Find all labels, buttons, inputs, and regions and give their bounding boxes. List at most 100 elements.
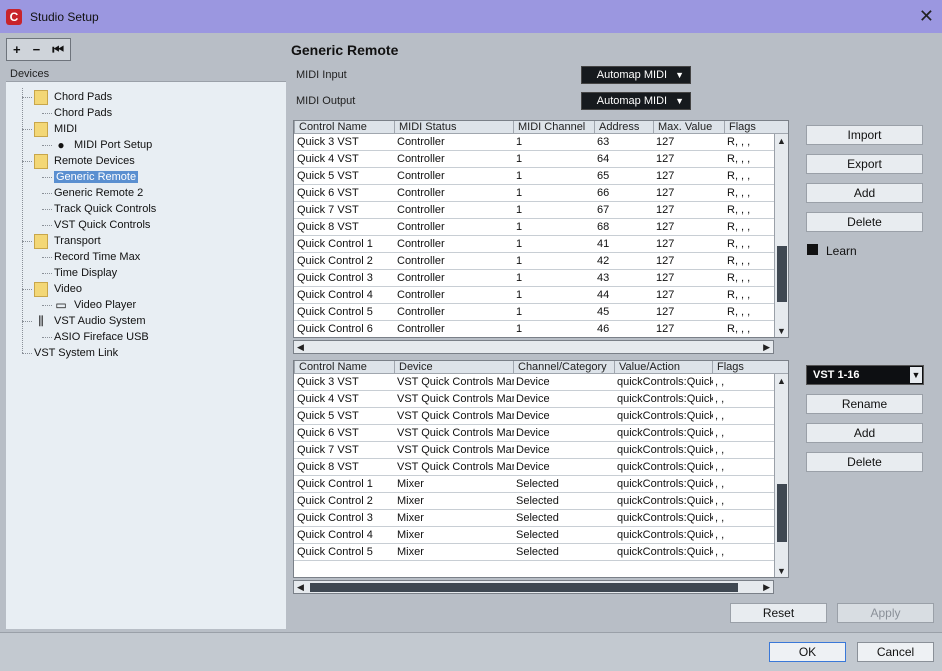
table-row[interactable]: Quick 8 VST Controller 1 68 127 R, , , [294,219,774,236]
column-header[interactable]: Channel/Category [513,361,614,374]
table-row[interactable]: Quick 5 VST Controller 1 65 127 R, , , [294,168,774,185]
table-row[interactable]: Quick 7 VST VST Quick Controls Mar Device q… [294,442,774,459]
table-row[interactable]: Quick 4 VST VST Quick Controls Mar Device q… [294,391,774,408]
remove-device-button[interactable]: − [33,42,41,57]
scroll-right-icon[interactable]: ▶ [763,342,770,353]
column-header[interactable]: MIDI Channel [513,121,594,134]
scroll-left-icon[interactable]: ◀ [297,582,304,593]
tree-item[interactable]: Video [34,281,82,297]
table-row[interactable]: Quick Control 2 Controller 1 42 127 R, , , [294,253,774,270]
apply-button[interactable]: Apply [837,603,934,623]
close-icon[interactable]: ✕ [919,6,934,27]
table-cell: 65 [597,170,610,182]
scroll-down-icon[interactable]: ▼ [777,326,786,336]
tree-item[interactable]: ● MIDI Port Setup [54,137,152,153]
column-header[interactable]: Value/Action [614,361,712,374]
table-row[interactable]: Quick 8 VST VST Quick Controls Mar Device q… [294,459,774,476]
rename-button[interactable]: Rename [806,394,923,414]
table-cell: quickControls:Quick [617,529,713,541]
column-header[interactable]: Control Name [294,361,394,374]
table-cell: R, , , [727,221,751,233]
tree-item[interactable]: ▭ Video Player [54,297,136,313]
tree-item[interactable]: Track Quick Controls [54,201,156,217]
tree-item[interactable]: Generic Remote [54,169,139,185]
table-cell: R, , , [727,255,751,267]
column-header[interactable]: MIDI Status [394,121,513,134]
midi-output-select[interactable]: Automap MIDI ▼ [581,92,691,110]
table-row[interactable]: Quick Control 3 Controller 1 43 127 R, , , [294,270,774,287]
delete-button[interactable]: Delete [806,212,923,232]
tree-item[interactable]: Chord Pads [34,89,112,105]
tree-item[interactable]: ASIO Fireface USB [54,329,149,345]
table-row[interactable]: Quick 7 VST Controller 1 67 127 R, , , [294,202,774,219]
tree-item[interactable]: Generic Remote 2 [54,185,143,201]
table-cell: 1 [516,136,523,148]
add-device-button[interactable]: + [13,42,21,57]
reset-button[interactable]: Reset [730,603,827,623]
scroll-up-icon[interactable]: ▲ [777,136,786,146]
table-row[interactable]: Quick Control 5 Mixer Selected quickControl… [294,544,774,561]
learn-checkbox[interactable] [807,244,818,255]
tree-item[interactable]: ⫼ VST Audio System [34,313,146,329]
table-row[interactable]: Quick 3 VST VST Quick Controls Mar Device q… [294,374,774,391]
tree-item[interactable]: Record Time Max [54,249,140,265]
table-cell: 1 [516,187,523,199]
column-header[interactable]: Device [394,361,513,374]
table-row[interactable]: Quick 6 VST Controller 1 66 127 R, , , [294,185,774,202]
column-header[interactable]: Address [594,121,653,134]
table-row[interactable]: Quick Control 4 Controller 1 44 127 R, , , [294,287,774,304]
scroll-up-icon[interactable]: ▲ [777,376,786,386]
table-row[interactable]: Quick Control 4 Mixer Selected quickControl… [294,527,774,544]
tree-item[interactable]: VST Quick Controls [54,217,150,233]
table-cell: 1 [516,306,523,318]
tree-connector [42,113,52,114]
scroll-right-icon[interactable]: ▶ [763,582,770,593]
table-row[interactable]: Quick Control 1 Controller 1 41 127 R, , , [294,236,774,253]
tree-item[interactable]: Chord Pads [54,105,112,121]
column-header[interactable]: Flags [712,361,774,374]
learn-label: Learn [826,244,857,258]
table-cell: Mixer [397,495,424,507]
horizontal-scrollbar[interactable]: ◀ ▶ [293,580,774,594]
cancel-button[interactable]: Cancel [857,642,934,662]
table-row[interactable]: Quick 6 VST VST Quick Controls Mar Device q… [294,425,774,442]
scrollbar-thumb[interactable] [777,246,787,302]
tree-item[interactable]: Transport [34,233,101,249]
vertical-scrollbar[interactable]: ▲ ▼ [774,134,788,337]
horizontal-scrollbar[interactable]: ◀ ▶ [293,340,774,354]
bank-select[interactable]: VST 1-16 ▼ [806,365,924,385]
tree-item[interactable]: Remote Devices [34,153,135,169]
table-row[interactable]: Quick Control 5 Controller 1 45 127 R, , , [294,304,774,321]
table-cell: quickControls:Quick [617,427,713,439]
midi-input-select[interactable]: Automap MIDI ▼ [581,66,691,84]
column-header[interactable]: Flags [724,121,774,134]
tree-item[interactable]: VST System Link [34,345,118,361]
table-row[interactable]: Quick Control 2 Mixer Selected quickControl… [294,493,774,510]
add-button[interactable]: Add [806,183,923,203]
scrollbar-thumb[interactable] [310,583,738,592]
scroll-down-icon[interactable]: ▼ [777,566,786,576]
add-bank-button[interactable]: Add [806,423,923,443]
ok-button[interactable]: OK [769,642,846,662]
scrollbar-thumb[interactable] [777,484,787,542]
table-row[interactable]: Quick Control 6 Controller 1 46 127 R, , , [294,321,774,337]
tree-item-label: VST Audio System [54,315,146,327]
column-header[interactable]: Max. Value [653,121,724,134]
import-button[interactable]: Import [806,125,923,145]
folder-icon [34,153,48,169]
table-cell: VST Quick Controls Mar [397,427,514,439]
delete-bank-button[interactable]: Delete [806,452,923,472]
table-row[interactable]: Quick Control 1 Mixer Selected quickControl… [294,476,774,493]
table-cell: 1 [516,323,523,335]
tree-item[interactable]: MIDI [34,121,77,137]
export-button[interactable]: Export [806,154,923,174]
table-row[interactable]: Quick 4 VST Controller 1 64 127 R, , , [294,151,774,168]
vertical-scrollbar[interactable]: ▲ ▼ [774,374,788,577]
table-row[interactable]: Quick 5 VST VST Quick Controls Mar Device q… [294,408,774,425]
tree-item[interactable]: Time Display [54,265,117,281]
table-row[interactable]: Quick 3 VST Controller 1 63 127 R, , , [294,134,774,151]
reset-device-button[interactable]: ⏮ [52,42,64,58]
table-row[interactable]: Quick Control 3 Mixer Selected quickControl… [294,510,774,527]
column-header[interactable]: Control Name [294,121,394,134]
scroll-left-icon[interactable]: ◀ [297,342,304,353]
